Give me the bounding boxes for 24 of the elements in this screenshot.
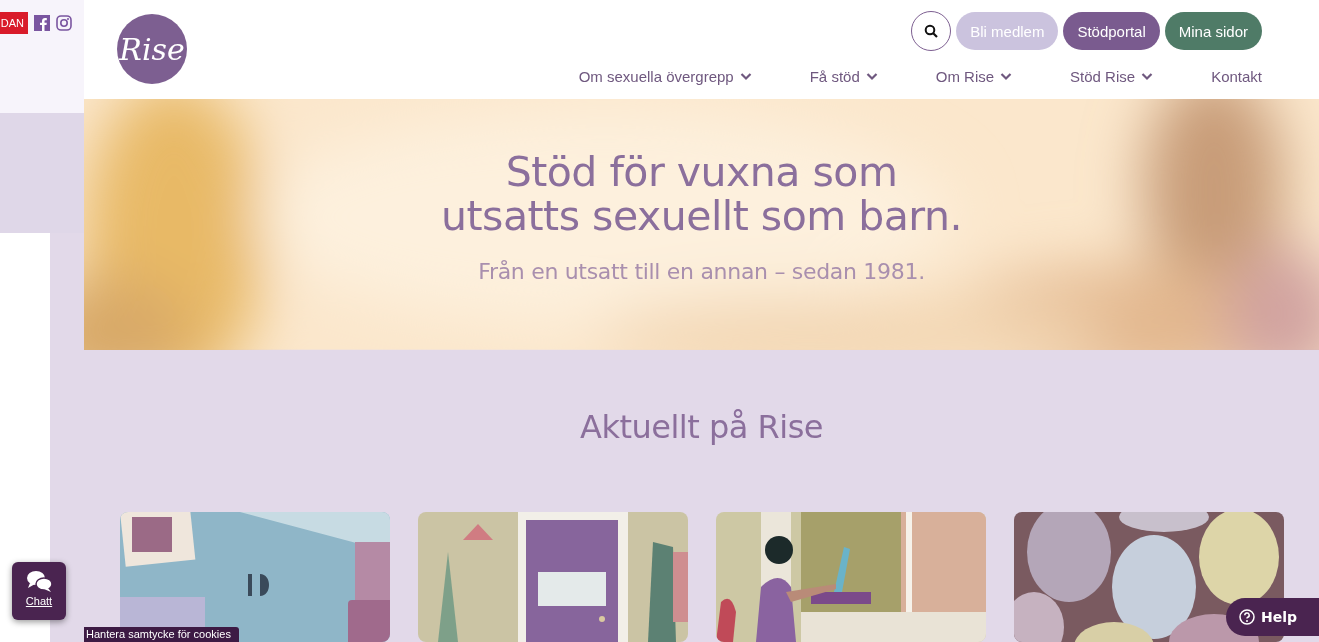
nav-button[interactable]: Mina sidor [1164,12,1262,50]
nav-link[interactable]: Om Rise [935,68,1013,85]
chat-label[interactable]: Chatt [25,595,53,607]
help-button[interactable]: Help [1226,598,1319,636]
instagram-icon[interactable] [56,15,72,31]
facebook-icon[interactable] [34,15,50,31]
chat-icon [25,569,53,593]
nav-link[interactable]: Om sexuella övergrepp [578,68,752,85]
chevron-down-icon [739,72,752,81]
search-icon [924,24,939,38]
chevron-down-icon [1000,72,1013,81]
chevron-down-icon [865,72,878,81]
section-heading: Aktuellt på Rise [580,408,823,446]
logo[interactable]: Rise [117,14,187,84]
help-icon [1239,609,1255,625]
nav-link[interactable]: Få stöd [809,68,878,85]
nav-link[interactable]: Kontakt [1211,68,1262,85]
hero-subtitle: Från en utsatt till en annan – sedan 1981. [478,259,925,285]
nav-link[interactable]: Stöd Rise [1070,68,1154,85]
nav-button[interactable]: Stödportal [1063,12,1160,50]
chevron-down-icon [1141,72,1154,81]
search-button[interactable] [911,11,952,51]
hero-title: Stöd för vuxna som utsatts sexuellt som barn. [440,151,962,239]
donate-badge[interactable]: DAN [0,12,28,34]
